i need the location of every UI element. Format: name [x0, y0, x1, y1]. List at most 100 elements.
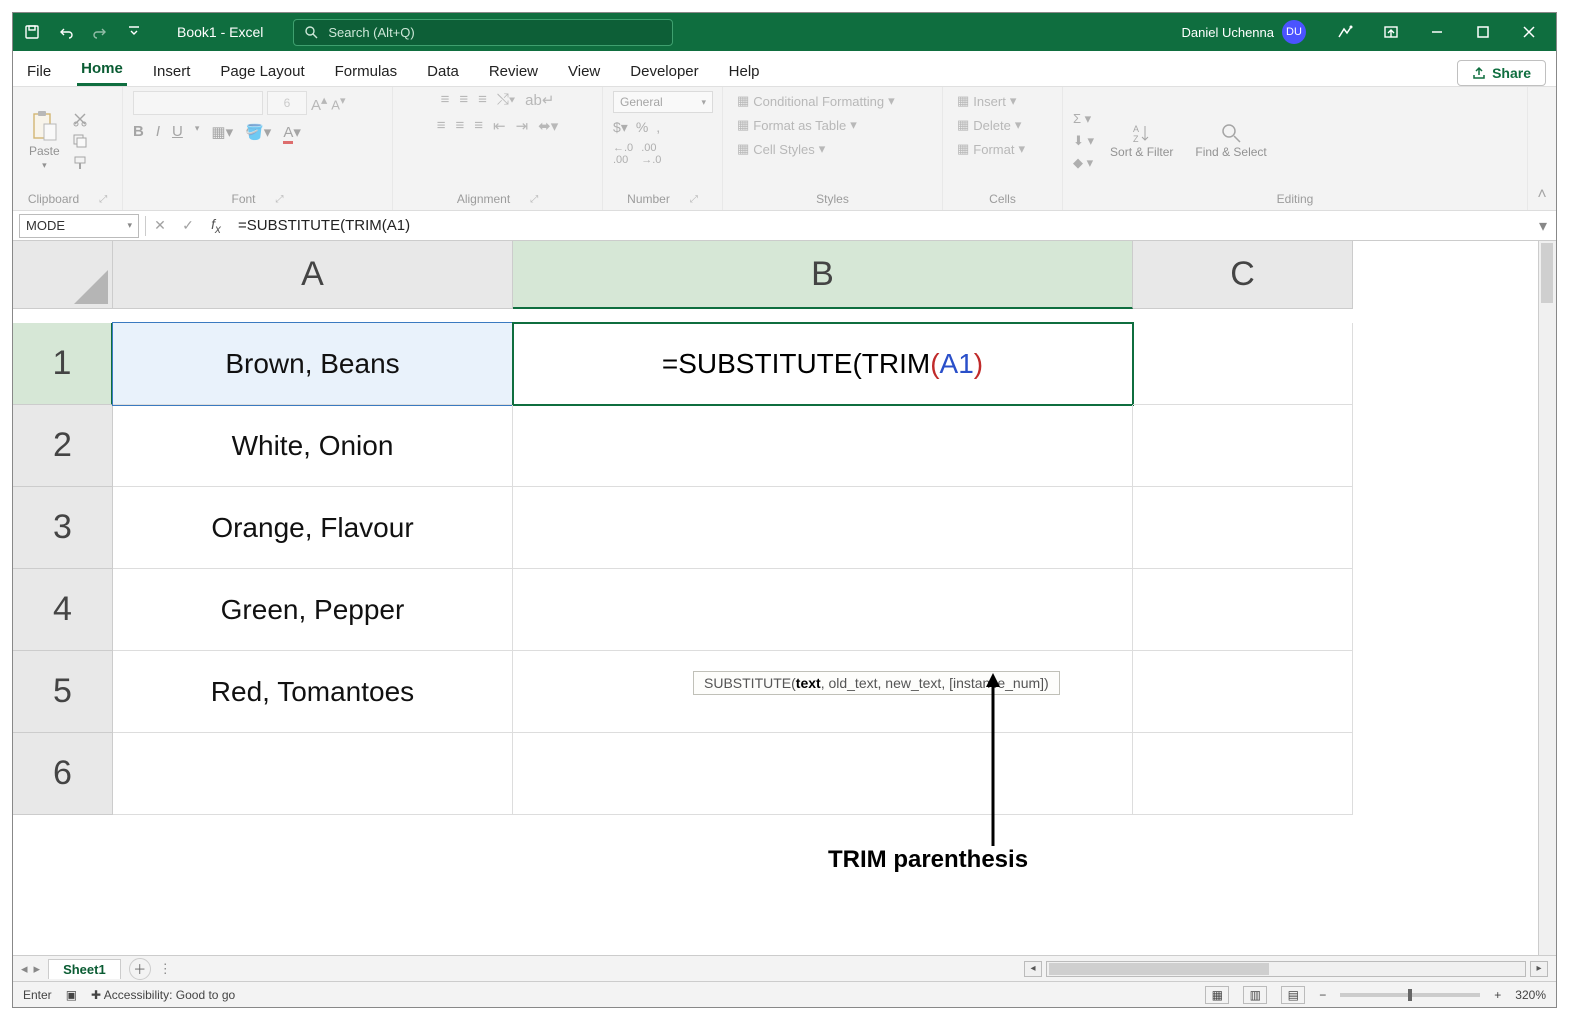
increase-font-icon[interactable]: A▴	[311, 92, 327, 114]
cell-a3[interactable]: Orange, Flavour	[113, 487, 513, 569]
format-cells-button[interactable]: ▦ Format ▾	[953, 139, 1029, 159]
scroll-left-icon[interactable]: ◂	[1024, 961, 1042, 977]
collapse-ribbon-icon[interactable]: ˄	[1528, 87, 1556, 210]
merge-center-icon[interactable]: ⬌▾	[538, 117, 558, 135]
zoom-level[interactable]: 320%	[1515, 988, 1546, 1002]
page-break-view-icon[interactable]: ▤	[1281, 986, 1305, 1004]
name-box[interactable]: MODE▾	[19, 214, 139, 238]
decrease-indent-icon[interactable]: ⇤	[493, 117, 506, 135]
increase-decimal-icon[interactable]: ←.0.00	[613, 142, 633, 166]
normal-view-icon[interactable]: ▦	[1205, 986, 1229, 1004]
macro-record-icon[interactable]: ▣	[66, 988, 77, 1002]
format-painter-icon[interactable]	[72, 155, 88, 171]
search-input[interactable]: Search (Alt+Q)	[293, 19, 673, 46]
account-button[interactable]: Daniel Uchenna DU	[1181, 20, 1306, 44]
sheet-nav-next-icon[interactable]: ▸	[34, 961, 41, 977]
new-sheet-button[interactable]: ＋	[129, 958, 151, 980]
cell-a5[interactable]: Red, Tomantoes	[113, 651, 513, 733]
orientation-icon[interactable]: ⤭▾	[497, 91, 515, 109]
cut-icon[interactable]	[72, 111, 88, 127]
tab-help[interactable]: Help	[725, 57, 764, 86]
align-bottom-icon[interactable]: ≡	[478, 91, 487, 109]
cell-a2[interactable]: White, Onion	[113, 405, 513, 487]
dialog-launcher-icon[interactable]: ⤢	[276, 194, 284, 205]
zoom-slider[interactable]	[1340, 993, 1480, 997]
cell-c5[interactable]	[1133, 651, 1353, 733]
maximize-icon[interactable]	[1462, 17, 1504, 47]
format-as-table-button[interactable]: ▦ Format as Table ▾	[733, 115, 861, 135]
row-header-6[interactable]: 6	[13, 733, 113, 815]
dialog-launcher-icon[interactable]: ⤢	[530, 194, 538, 205]
copy-icon[interactable]	[72, 133, 88, 149]
fx-icon[interactable]: fx	[202, 214, 230, 238]
vertical-scrollbar[interactable]	[1538, 241, 1556, 955]
scroll-right-icon[interactable]: ▸	[1530, 961, 1548, 977]
clear-icon[interactable]: ◆ ▾	[1073, 155, 1094, 171]
align-left-icon[interactable]: ≡	[437, 117, 446, 135]
formula-input[interactable]	[230, 214, 1530, 238]
font-size-select[interactable]: 6	[267, 91, 307, 115]
row-header-5[interactable]: 5	[13, 651, 113, 733]
cell-a6[interactable]	[113, 733, 513, 815]
cell-styles-button[interactable]: ▦ Cell Styles ▾	[733, 139, 829, 159]
accounting-format-icon[interactable]: $▾	[613, 119, 628, 136]
row-header-2[interactable]: 2	[13, 405, 113, 487]
tab-home[interactable]: Home	[77, 54, 127, 86]
italic-button[interactable]: I	[156, 123, 160, 141]
zoom-in-icon[interactable]: +	[1494, 988, 1501, 1002]
zoom-out-icon[interactable]: −	[1319, 988, 1326, 1002]
align-middle-icon[interactable]: ≡	[459, 91, 468, 109]
underline-button[interactable]: U	[172, 123, 183, 141]
wrap-text-icon[interactable]: ab↵	[525, 91, 554, 109]
decrease-decimal-icon[interactable]: .00→.0	[641, 142, 661, 166]
cell-c3[interactable]	[1133, 487, 1353, 569]
save-icon[interactable]	[19, 19, 45, 45]
fill-icon[interactable]: ⬇ ▾	[1073, 133, 1094, 149]
sheet-tab-sheet1[interactable]: Sheet1	[48, 959, 121, 979]
cancel-formula-icon[interactable]: ✕	[146, 214, 174, 238]
font-family-select[interactable]	[133, 91, 263, 115]
bold-button[interactable]: B	[133, 123, 144, 141]
cell-b4[interactable]	[513, 569, 1133, 651]
row-header-4[interactable]: 4	[13, 569, 113, 651]
increase-indent-icon[interactable]: ⇥	[516, 117, 529, 135]
cell-a4[interactable]: Green, Pepper	[113, 569, 513, 651]
tab-review[interactable]: Review	[485, 57, 542, 86]
percent-format-icon[interactable]: %	[636, 119, 648, 136]
tab-developer[interactable]: Developer	[626, 57, 702, 86]
borders-button[interactable]: ▦▾	[211, 123, 233, 141]
align-top-icon[interactable]: ≡	[441, 91, 450, 109]
cell-c1[interactable]	[1133, 323, 1353, 405]
row-header-1[interactable]: 1	[13, 323, 113, 405]
col-header-a[interactable]: A	[113, 241, 513, 309]
sort-filter-button[interactable]: AZ Sort & Filter	[1104, 122, 1179, 159]
accessibility-status[interactable]: ✚ Accessibility: Good to go	[91, 988, 235, 1002]
tab-formulas[interactable]: Formulas	[331, 57, 402, 86]
col-header-b[interactable]: B	[513, 241, 1133, 309]
tab-file[interactable]: File	[23, 57, 55, 86]
close-icon[interactable]	[1508, 17, 1550, 47]
sheet-nav-prev-icon[interactable]: ◂	[21, 961, 28, 977]
undo-icon[interactable]	[53, 19, 79, 45]
paste-button[interactable]: Paste▾	[23, 110, 66, 171]
minimize-icon[interactable]	[1416, 17, 1458, 47]
redo-icon[interactable]	[87, 19, 113, 45]
dialog-launcher-icon[interactable]: ⤢	[99, 194, 107, 205]
align-right-icon[interactable]: ≡	[474, 117, 483, 135]
cell-b6[interactable]	[513, 733, 1133, 815]
delete-cells-button[interactable]: ▦ Delete ▾	[953, 115, 1025, 135]
conditional-formatting-button[interactable]: ▦ Conditional Formatting ▾	[733, 91, 899, 111]
cell-b1[interactable]: =SUBSTITUTE(TRIM(A1)	[513, 323, 1133, 405]
cell-c6[interactable]	[1133, 733, 1353, 815]
insert-cells-button[interactable]: ▦ Insert ▾	[953, 91, 1020, 111]
enter-formula-icon[interactable]: ✓	[174, 214, 202, 238]
fill-color-button[interactable]: 🪣▾	[245, 123, 271, 141]
cell-c2[interactable]	[1133, 405, 1353, 487]
font-color-button[interactable]: A▾	[283, 123, 301, 141]
number-format-select[interactable]: General▾	[613, 91, 713, 113]
tab-view[interactable]: View	[564, 57, 604, 86]
tab-page-layout[interactable]: Page Layout	[216, 57, 308, 86]
autosum-icon[interactable]: Σ ▾	[1073, 111, 1094, 127]
share-button[interactable]: Share	[1457, 60, 1546, 86]
ribbon-mode-icon[interactable]	[1370, 17, 1412, 47]
